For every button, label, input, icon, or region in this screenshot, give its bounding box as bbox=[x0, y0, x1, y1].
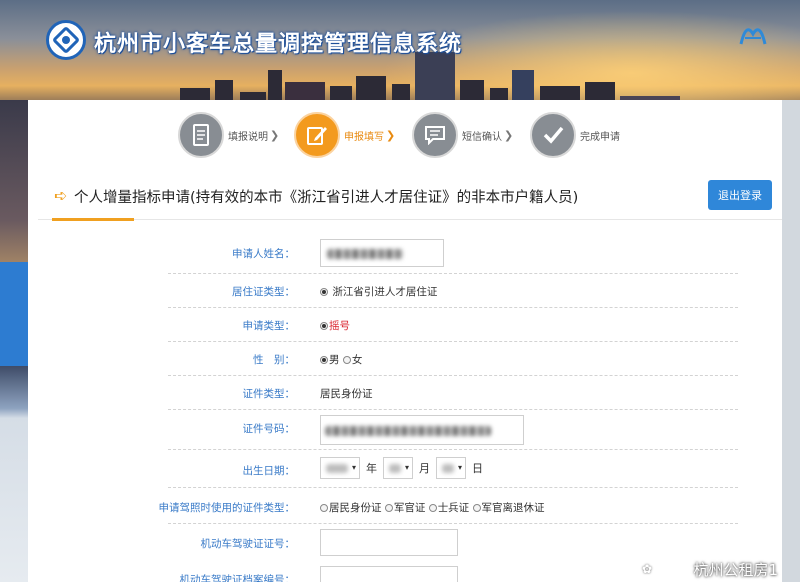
left-accent-panel bbox=[0, 262, 28, 366]
step-label: 完成申请 bbox=[580, 131, 620, 143]
row-apply-type: 申请类型： 摇号 bbox=[168, 308, 738, 342]
document-icon bbox=[178, 112, 224, 158]
main-card: 填报说明 ❯ 申报填写 ❯ 短信确认 ❯ 完成申请 ➪ 个人增量指标申请(持有效… bbox=[28, 100, 782, 582]
title-arrow-icon: ➪ bbox=[54, 186, 68, 205]
row-license-number: 机动车驾驶证证号： bbox=[168, 524, 738, 562]
watermark-text: 杭州公租房1 bbox=[693, 561, 778, 579]
field-label: 性 别： bbox=[253, 354, 295, 366]
row-license-file-number: 机动车驾驶证档案编号： bbox=[168, 562, 738, 582]
gender-options: 男 女 bbox=[320, 352, 362, 367]
field-label: 申请人姓名： bbox=[232, 248, 295, 260]
birth-date-selects: ▾ 年 ▾ 月 ▾ 日 bbox=[320, 457, 489, 479]
right-background bbox=[782, 100, 800, 582]
birth-day-select[interactable]: ▾ bbox=[436, 457, 466, 479]
apply-type-value: 摇号 bbox=[320, 318, 350, 333]
row-gender: 性 别： 男 女 bbox=[168, 342, 738, 376]
apply-type-radio[interactable] bbox=[320, 322, 328, 330]
field-label: 机动车驾驶证证号： bbox=[200, 538, 296, 550]
form-title: 个人增量指标申请(持有效的本市《浙江省引进人才居住证》的非本市户籍人员) bbox=[74, 190, 579, 206]
license-cert-type-options: 居民身份证 军官证 士兵证 军官离退休证 bbox=[320, 500, 545, 515]
field-label: 出生日期： bbox=[242, 465, 296, 477]
logout-button[interactable]: 退出登录 bbox=[708, 180, 772, 210]
gender-female-radio[interactable] bbox=[342, 356, 351, 364]
license-file-number-input[interactable] bbox=[320, 566, 458, 582]
progress-steps: 填报说明 ❯ 申报填写 ❯ 短信确认 ❯ 完成申请 bbox=[178, 112, 678, 162]
header-banner: 杭州市小客车总量调控管理信息系统 bbox=[0, 0, 800, 110]
residence-type-radio[interactable] bbox=[320, 288, 328, 296]
id-type-value: 居民身份证 bbox=[320, 388, 373, 400]
row-id-type: 证件类型： 居民身份证 bbox=[168, 376, 738, 410]
form-header: ➪ 个人增量指标申请(持有效的本市《浙江省引进人才居住证》的非本市户籍人员) 退… bbox=[38, 172, 782, 221]
system-title: 杭州市小客车总量调控管理信息系统 bbox=[94, 32, 463, 57]
birth-year-select[interactable]: ▾ bbox=[320, 457, 360, 479]
license-cert-soldier-radio[interactable] bbox=[428, 504, 437, 512]
row-id-number: 证件号码： bbox=[168, 410, 738, 450]
row-residence-type: 居住证类型： 浙江省引进人才居住证 bbox=[168, 274, 738, 308]
row-license-cert-type: 申请驾照时使用的证件类型： 居民身份证 军官证 士兵证 军官离退休证 bbox=[159, 488, 738, 524]
step-arrow: ❯ bbox=[504, 128, 514, 142]
row-birth-date: 出生日期： ▾ 年 ▾ 月 ▾ 日 bbox=[168, 450, 738, 488]
field-label: 申请驾照时使用的证件类型： bbox=[158, 502, 296, 514]
license-number-input[interactable] bbox=[320, 529, 458, 556]
step-arrow: ❯ bbox=[386, 128, 396, 142]
row-applicant-name: 申请人姓名： bbox=[168, 236, 738, 274]
watermark-icon: ✿ bbox=[641, 562, 652, 576]
step-label: 短信确认 bbox=[462, 131, 502, 143]
hangzhou-emblem-icon bbox=[739, 28, 767, 45]
step-label: 申报填写 bbox=[344, 131, 384, 143]
step-arrow: ❯ bbox=[270, 128, 280, 142]
field-label: 居住证类型： bbox=[232, 286, 295, 298]
edit-icon bbox=[294, 112, 340, 158]
checkmark-icon bbox=[530, 112, 576, 158]
field-label: 证件类型： bbox=[242, 388, 296, 400]
field-label: 证件号码： bbox=[242, 423, 296, 435]
system-logo-icon[interactable] bbox=[46, 20, 86, 60]
license-cert-retired-radio[interactable] bbox=[472, 504, 481, 512]
step-fill-instructions: 填报说明 ❯ bbox=[178, 112, 279, 158]
id-number-input[interactable] bbox=[320, 415, 524, 445]
birth-month-select[interactable]: ▾ bbox=[383, 457, 413, 479]
step-sms-confirm: 短信确认 ❯ bbox=[412, 112, 513, 158]
applicant-name-input[interactable] bbox=[320, 239, 444, 267]
step-label: 填报说明 bbox=[228, 131, 268, 143]
gender-male-radio[interactable] bbox=[320, 356, 328, 364]
field-label: 机动车驾驶证档案编号： bbox=[179, 574, 296, 582]
title-underline bbox=[52, 218, 134, 221]
step-complete: 完成申请 bbox=[530, 112, 620, 158]
message-icon bbox=[412, 112, 458, 158]
license-cert-officer-radio[interactable] bbox=[384, 504, 393, 512]
residence-type-value: 浙江省引进人才居住证 bbox=[320, 284, 437, 299]
license-cert-id-radio[interactable] bbox=[320, 504, 328, 512]
step-fill-application: 申报填写 ❯ bbox=[294, 112, 395, 158]
field-label: 申请类型： bbox=[242, 320, 296, 332]
